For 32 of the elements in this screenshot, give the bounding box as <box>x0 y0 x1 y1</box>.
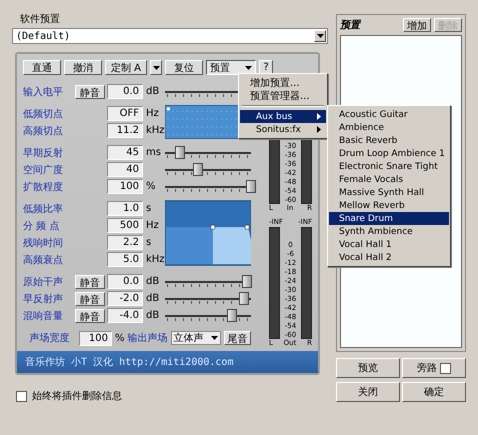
parameter-label: 高频衰点 <box>23 254 64 266</box>
parameter-label: 声场宽度 <box>28 332 71 345</box>
unit-label: dB <box>145 86 160 97</box>
unit-label: dB <box>145 310 160 321</box>
parameter-label: 空间广度 <box>23 164 64 176</box>
parameter-label: 早反射声 <box>23 292 64 306</box>
unit-label: dB <box>145 276 160 287</box>
unit-label: s <box>145 203 152 214</box>
unit-label: % <box>115 332 125 344</box>
checkbox-label: 始终将插件删除信息 <box>32 390 122 403</box>
parameter-label: 扩散程度 <box>23 180 64 194</box>
parameter-label: 输入电平 <box>23 86 64 98</box>
unit-label: s <box>145 237 152 248</box>
unit-label: dB <box>145 293 160 304</box>
parameter-label: 低频比率 <box>23 202 64 216</box>
unit-label: ms <box>145 147 162 158</box>
parameter-label: 原始干声 <box>23 276 64 288</box>
parameter-label: 混响音量 <box>23 310 64 322</box>
unit-label: Hz <box>145 220 160 231</box>
section-label: 软件预置 <box>19 12 61 26</box>
parameter-label: 分 频 点 <box>23 220 60 232</box>
parameter-label: 早期反射 <box>23 146 64 160</box>
parameter-label: 高频切点 <box>23 124 64 138</box>
parameter-label: 低频切点 <box>23 108 64 120</box>
parameter-label: 残响时间 <box>23 236 64 250</box>
unit-label: kHz <box>145 125 165 136</box>
status-banner: 音乐作坊 小T 汉化 http://miti2000.com <box>17 351 318 373</box>
panel-title: 预置 <box>340 18 362 32</box>
unit-label: kHz <box>145 254 165 265</box>
parameter-label: 输出声场 <box>128 332 168 345</box>
unit-label: Hz <box>145 108 160 119</box>
unit-label: % <box>145 181 157 192</box>
